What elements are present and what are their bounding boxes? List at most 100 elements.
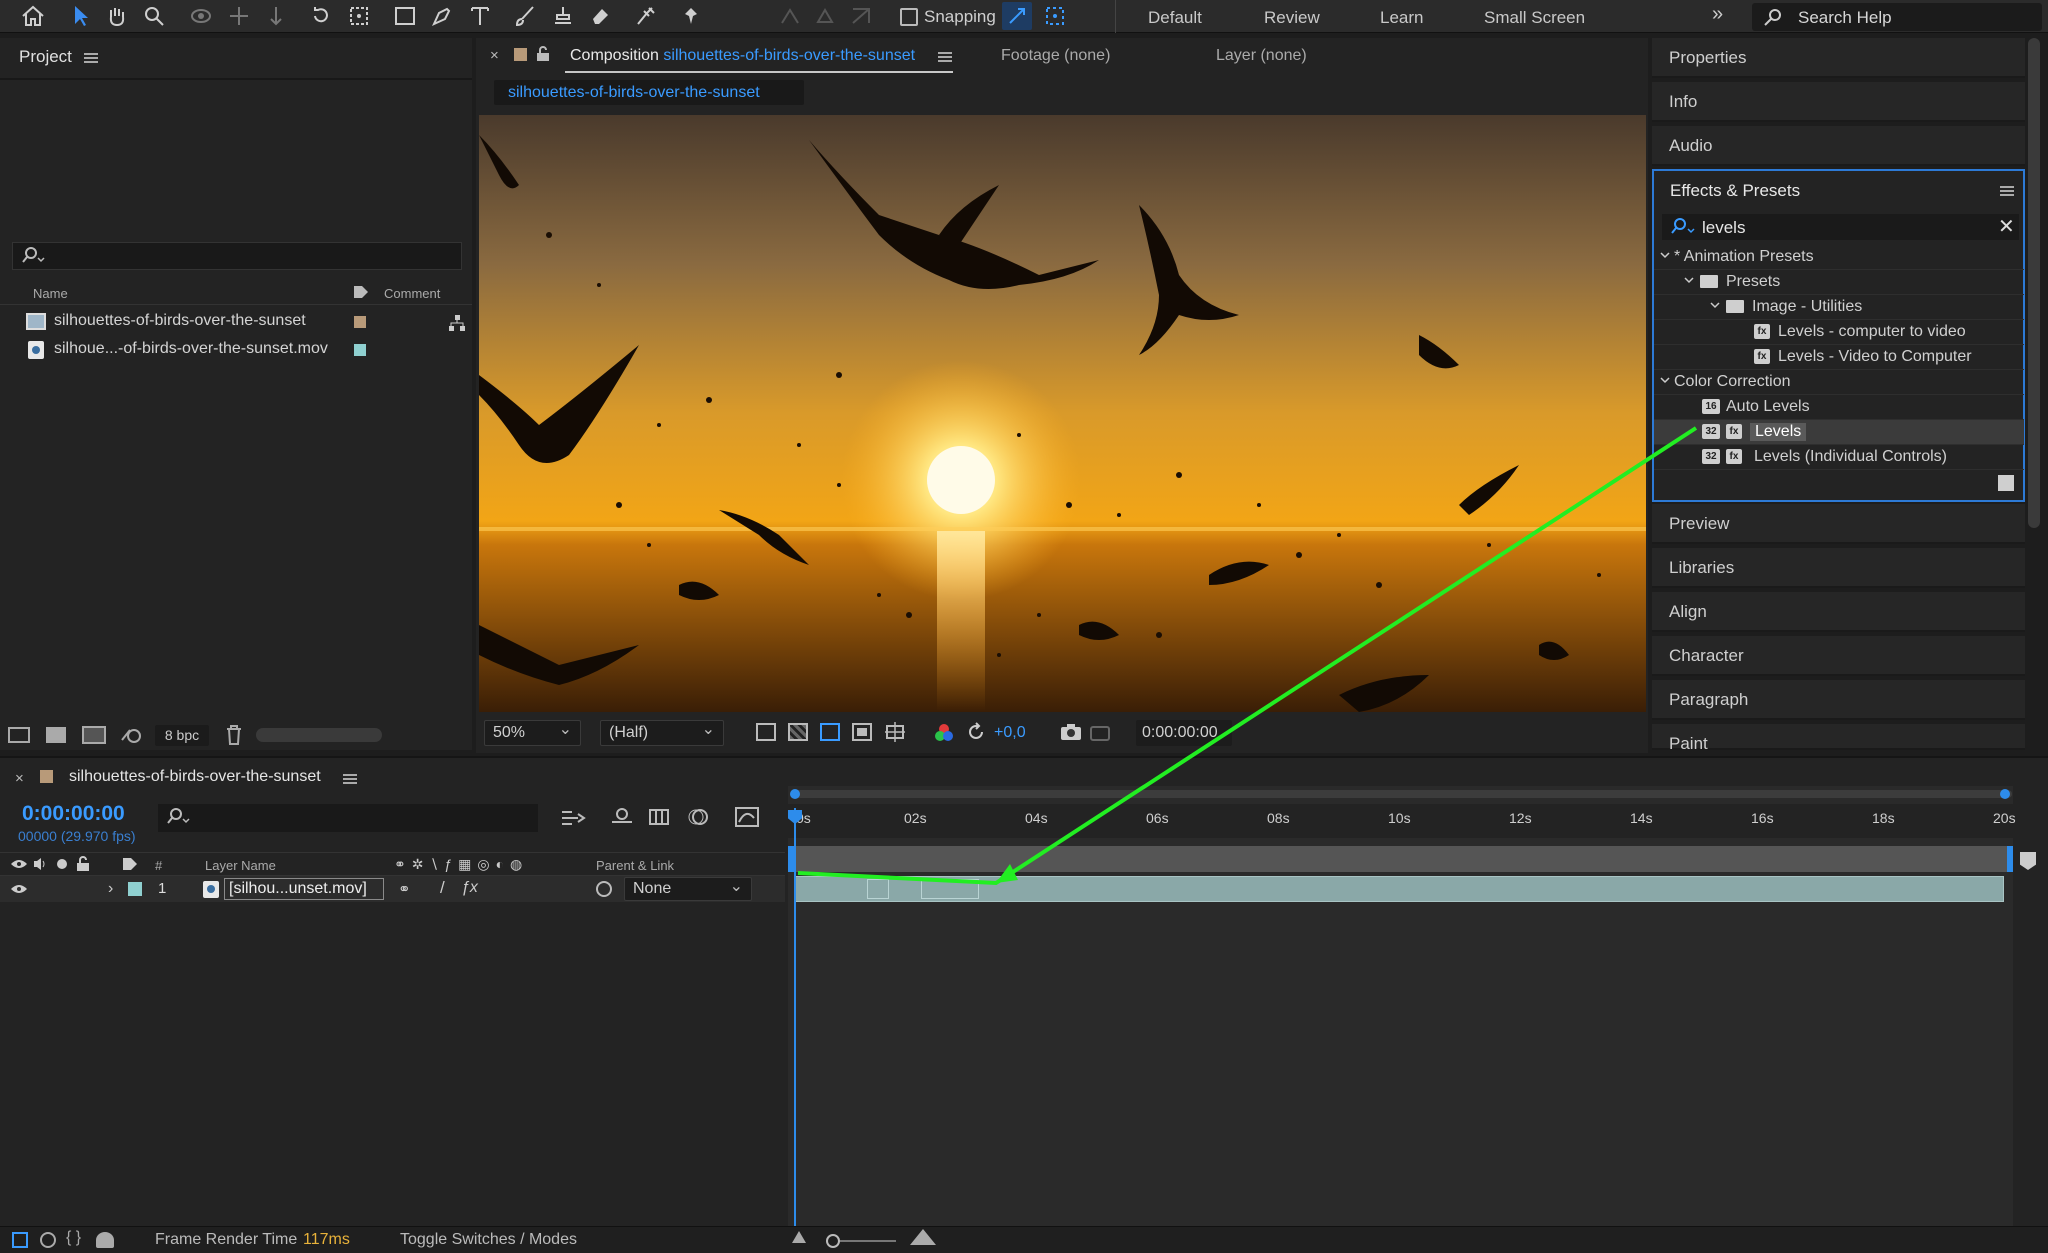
workspace-small-screen[interactable]: Small Screen [1484,8,1585,28]
tab-layer[interactable]: Layer (none) [1216,47,1307,65]
paragraph-panel-tab[interactable]: Paragraph [1652,680,2025,720]
modes-toggle-icon[interactable] [40,1232,56,1248]
new-preset-icon[interactable] [1998,475,2014,491]
orbit-camera-icon[interactable] [186,2,216,30]
color-channels-icon[interactable] [934,723,954,743]
current-time-display[interactable]: 0:00:00:00 [1136,720,1232,746]
mask-visibility-icon[interactable] [820,723,840,741]
time-ruler[interactable]: 0s 02s 04s 06s 08s 10s 12s 14s 16s 18s 2… [788,804,2016,838]
panel-menu-icon[interactable] [2000,186,2014,196]
flowchart-icon[interactable] [448,314,466,332]
zoom-out-icon[interactable] [792,1231,806,1243]
snapping-checkbox[interactable] [900,8,918,26]
workspace-default[interactable]: Default [1148,8,1202,28]
zoom-tool-icon[interactable] [139,2,169,30]
workspace-learn[interactable]: Learn [1380,8,1423,28]
timeline-search-input[interactable] [158,804,538,832]
project-search-input[interactable] [12,242,462,270]
paint-panel-tab[interactable]: Paint [1652,724,2025,753]
composition-viewer[interactable] [479,115,1646,712]
interpret-footage-icon[interactable] [8,727,30,743]
panel-menu-icon[interactable] [84,53,98,63]
magnification-dropdown[interactable]: 50% [484,719,581,746]
clear-search-icon[interactable]: ✕ [1998,214,2015,239]
layer-name-field[interactable]: [silhou...unset.mov] [224,878,384,900]
label-color-swatch[interactable] [354,344,366,356]
tree-effect-levels-individual[interactable]: 32 fx Levels (Individual Controls) [1654,445,2024,470]
bit-depth-button[interactable]: 8 bpc [155,725,209,746]
layer-switches-toggle-icon[interactable] [12,1232,28,1248]
project-item-footage[interactable]: silhoue...-of-birds-over-the-sunset.mov [0,336,470,364]
info-panel-tab[interactable]: Info [1652,82,2025,122]
resolution-dropdown[interactable]: (Half) [600,719,724,746]
current-time[interactable]: 0:00:00:00 [22,802,125,826]
zoom-in-icon[interactable] [910,1229,936,1245]
layer-duration-bar[interactable] [794,876,2004,902]
hand-tool-icon[interactable] [102,2,132,30]
puppet-pin-tool-icon[interactable] [676,2,706,30]
pan-camera-icon[interactable] [224,2,254,30]
timeline-zoom-slider[interactable] [826,1234,896,1248]
comp-marker-bin-icon[interactable] [2020,852,2036,870]
tree-preset-video-to-computer[interactable]: fx Levels - Video to Computer [1654,345,2024,370]
selection-tool-icon[interactable] [66,2,96,30]
thumbnail-scrollbar[interactable] [256,728,382,742]
tree-preset-computer-to-video[interactable]: fx Levels - computer to video [1654,320,2024,345]
tab-footage[interactable]: Footage (none) [1001,47,1110,65]
toggle-switches-modes-button[interactable]: Toggle Switches / Modes [400,1231,577,1249]
parent-dropdown[interactable]: None [624,876,752,901]
brush-tool-icon[interactable] [510,2,540,30]
more-workspaces-icon[interactable]: » [1712,3,1723,26]
project-settings-icon[interactable] [120,726,142,744]
timeline-track-area[interactable]: 0s 02s 04s 06s 08s 10s 12s 14s 16s 18s 2… [788,786,2016,1230]
fast-previews-icon[interactable] [756,723,776,741]
comp-breadcrumb[interactable]: silhouettes-of-birds-over-the-sunset [494,80,804,105]
name-column-header[interactable]: Name [33,286,68,301]
expand-layer-chevron-icon[interactable]: › [108,880,113,898]
close-tab-icon[interactable]: × [15,770,24,787]
roto-brush-tool-icon[interactable] [631,2,661,30]
tree-color-correction[interactable]: Color Correction [1654,370,2024,395]
layer-name-column-header[interactable]: Layer Name [205,858,276,873]
snap-features-icon[interactable] [1040,2,1070,30]
properties-panel-tab[interactable]: Properties [1652,38,2025,78]
guides-options-icon[interactable] [884,721,906,743]
rectangle-tool-icon[interactable] [390,2,420,30]
libraries-panel-tab[interactable]: Libraries [1652,548,2025,588]
timeline-tab[interactable]: silhouettes-of-birds-over-the-sunset [69,768,321,786]
time-navigator[interactable] [790,789,2012,799]
pen-tool-icon[interactable] [427,2,457,30]
region-of-interest-icon[interactable] [852,723,872,741]
comment-column-header[interactable]: Comment [384,286,440,301]
exposure-value[interactable]: +0,0 [994,724,1026,742]
snapshot-camera-icon[interactable] [1060,723,1082,741]
audio-panel-tab[interactable]: Audio [1652,126,2025,166]
panel-menu-icon[interactable] [938,52,952,62]
tree-presets-folder[interactable]: Presets [1654,270,2024,295]
frame-blending-icon[interactable] [648,806,670,828]
pan-behind-tool-icon[interactable] [344,2,374,30]
reset-exposure-icon[interactable] [966,722,986,742]
label-tag-icon[interactable] [352,284,370,300]
tree-image-utilities-folder[interactable]: Image - Utilities [1654,295,2024,320]
graph-editor-icon[interactable] [734,806,760,828]
effects-switch-icon[interactable]: ƒx [461,879,478,897]
tree-effect-levels[interactable]: 32 fx Levels [1654,420,2024,445]
close-tab-icon[interactable]: × [490,47,499,64]
timeline-layer-row[interactable]: › 1 [silhou...unset.mov] ⚭ / ƒx None [0,876,785,902]
in-out-toggle-icon[interactable]: { } [66,1229,81,1247]
show-snapshot-icon[interactable] [1090,723,1110,741]
project-item-composition[interactable]: silhouettes-of-birds-over-the-sunset [0,308,470,336]
quality-switch-icon[interactable]: / [440,878,445,898]
search-help-field[interactable]: Search Help [1752,3,2042,31]
eraser-tool-icon[interactable] [585,2,615,30]
type-tool-icon[interactable] [465,2,495,30]
visibility-eye-icon[interactable] [10,883,28,895]
motion-blur-icon[interactable] [686,806,710,828]
dolly-camera-icon[interactable] [261,2,291,30]
snap-edges-icon[interactable] [1002,2,1032,30]
tree-effect-auto-levels[interactable]: 16 Auto Levels [1654,395,2024,420]
align-panel-tab[interactable]: Align [1652,592,2025,632]
rotate-tool-icon[interactable] [306,2,336,30]
workspace-review[interactable]: Review [1264,8,1320,28]
